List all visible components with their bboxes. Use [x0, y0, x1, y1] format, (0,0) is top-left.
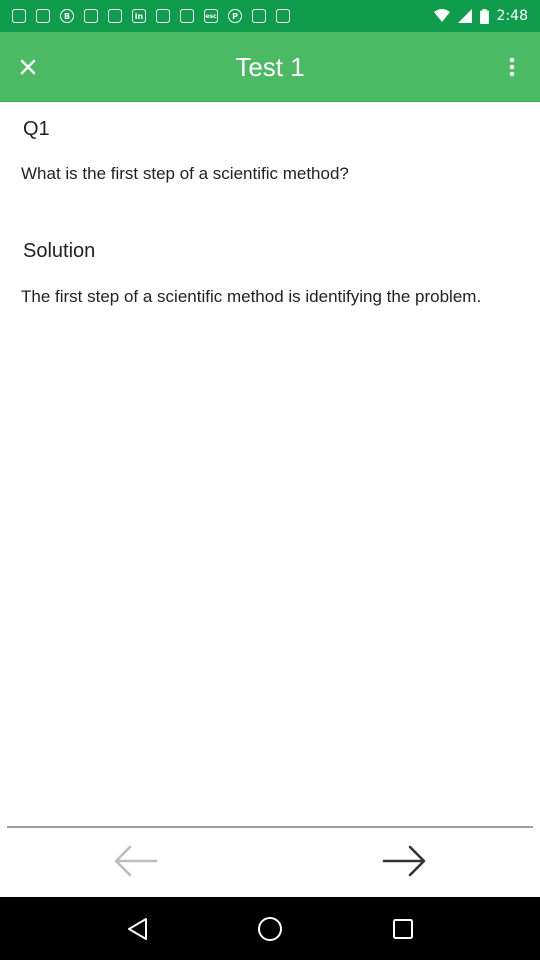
battery-icon: [479, 8, 489, 24]
linkedin-icon: in: [132, 9, 146, 23]
notification-icon: [156, 9, 170, 23]
notification-icon: [84, 9, 98, 23]
home-button[interactable]: [250, 909, 290, 949]
question-text: What is the first step of a scientific m…: [21, 164, 349, 183]
recents-square-icon: [393, 918, 414, 939]
notification-icon: [12, 9, 26, 23]
esc-icon: esc: [204, 9, 218, 23]
pinterest-icon: P: [228, 9, 242, 23]
next-button[interactable]: [380, 840, 430, 882]
recents-button[interactable]: [383, 909, 423, 949]
notification-icon: [180, 9, 194, 23]
solution-text: The first step of a scientific method is…: [21, 287, 482, 306]
status-time: 2:48: [496, 8, 528, 24]
question-label: Q1: [23, 118, 50, 140]
notification-icon: [36, 9, 50, 23]
notification-icons: B in esc P: [12, 9, 290, 23]
notification-icon: [276, 9, 290, 23]
home-circle-icon: [257, 916, 282, 941]
back-triangle-icon: [127, 917, 147, 940]
wifi-icon: [433, 9, 450, 22]
arrow-left-icon: [114, 845, 158, 877]
more-options-button[interactable]: [500, 51, 524, 83]
notification-icon: [108, 9, 122, 23]
status-bar: B in esc P 2:48: [0, 0, 540, 32]
notification-icon: [252, 9, 266, 23]
back-button[interactable]: [117, 909, 157, 949]
system-nav-bar: [0, 897, 540, 960]
app-bar: Test 1: [0, 32, 540, 102]
signal-icon: [457, 9, 472, 23]
solution-label: Solution: [23, 240, 96, 262]
divider: [7, 826, 533, 828]
b-icon: B: [60, 9, 74, 23]
status-right: 2:48: [433, 8, 528, 24]
arrow-right-icon: [382, 845, 426, 877]
previous-button[interactable]: [110, 840, 160, 882]
page-title: Test 1: [235, 51, 305, 82]
more-vert-icon: [509, 57, 515, 77]
